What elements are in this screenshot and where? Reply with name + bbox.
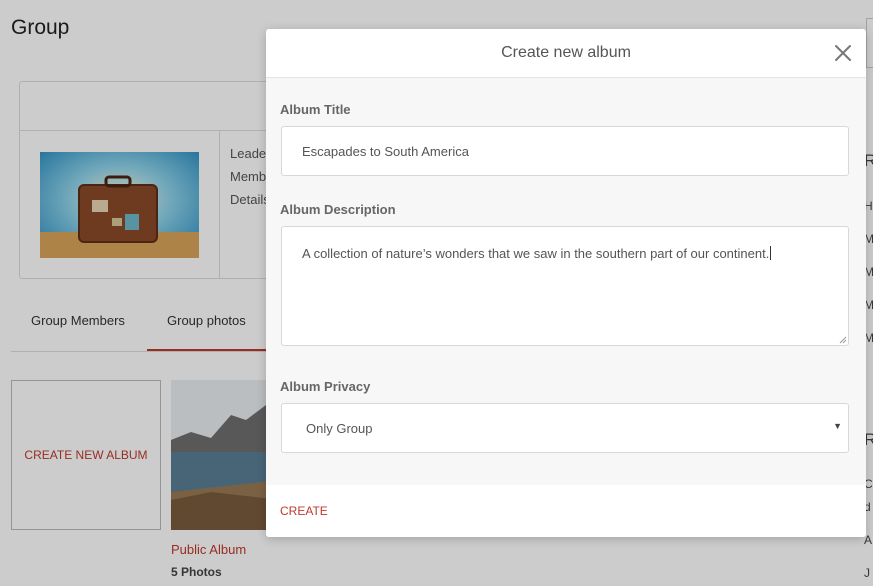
resize-handle-icon[interactable]	[839, 336, 847, 344]
album-description-textarea[interactable]: A collection of nature’s wonders that we…	[281, 226, 849, 346]
create-album-modal: Create new album Album Title Escapades t…	[266, 29, 866, 537]
album-privacy-label: Album Privacy	[280, 379, 371, 394]
modal-header: Create new album	[266, 29, 866, 78]
album-title-input[interactable]: Escapades to South America	[281, 126, 849, 176]
album-privacy-selected: Only Group	[306, 421, 373, 436]
album-title-value: Escapades to South America	[302, 144, 469, 159]
chevron-down-icon: ▼	[833, 421, 842, 431]
album-description-label: Album Description	[280, 202, 396, 217]
text-cursor	[770, 246, 772, 260]
album-description-value: A collection of nature’s wonders that we…	[302, 246, 770, 261]
album-title-label: Album Title	[280, 102, 351, 117]
close-icon[interactable]	[832, 42, 854, 64]
modal-title: Create new album	[501, 44, 631, 61]
create-button[interactable]: CREATE	[280, 504, 328, 518]
album-description-text-wrap: A collection of nature’s wonders that we…	[302, 246, 772, 261]
album-privacy-select[interactable]: Only Group ▼	[281, 403, 849, 453]
modal-footer: CREATE	[266, 485, 866, 537]
